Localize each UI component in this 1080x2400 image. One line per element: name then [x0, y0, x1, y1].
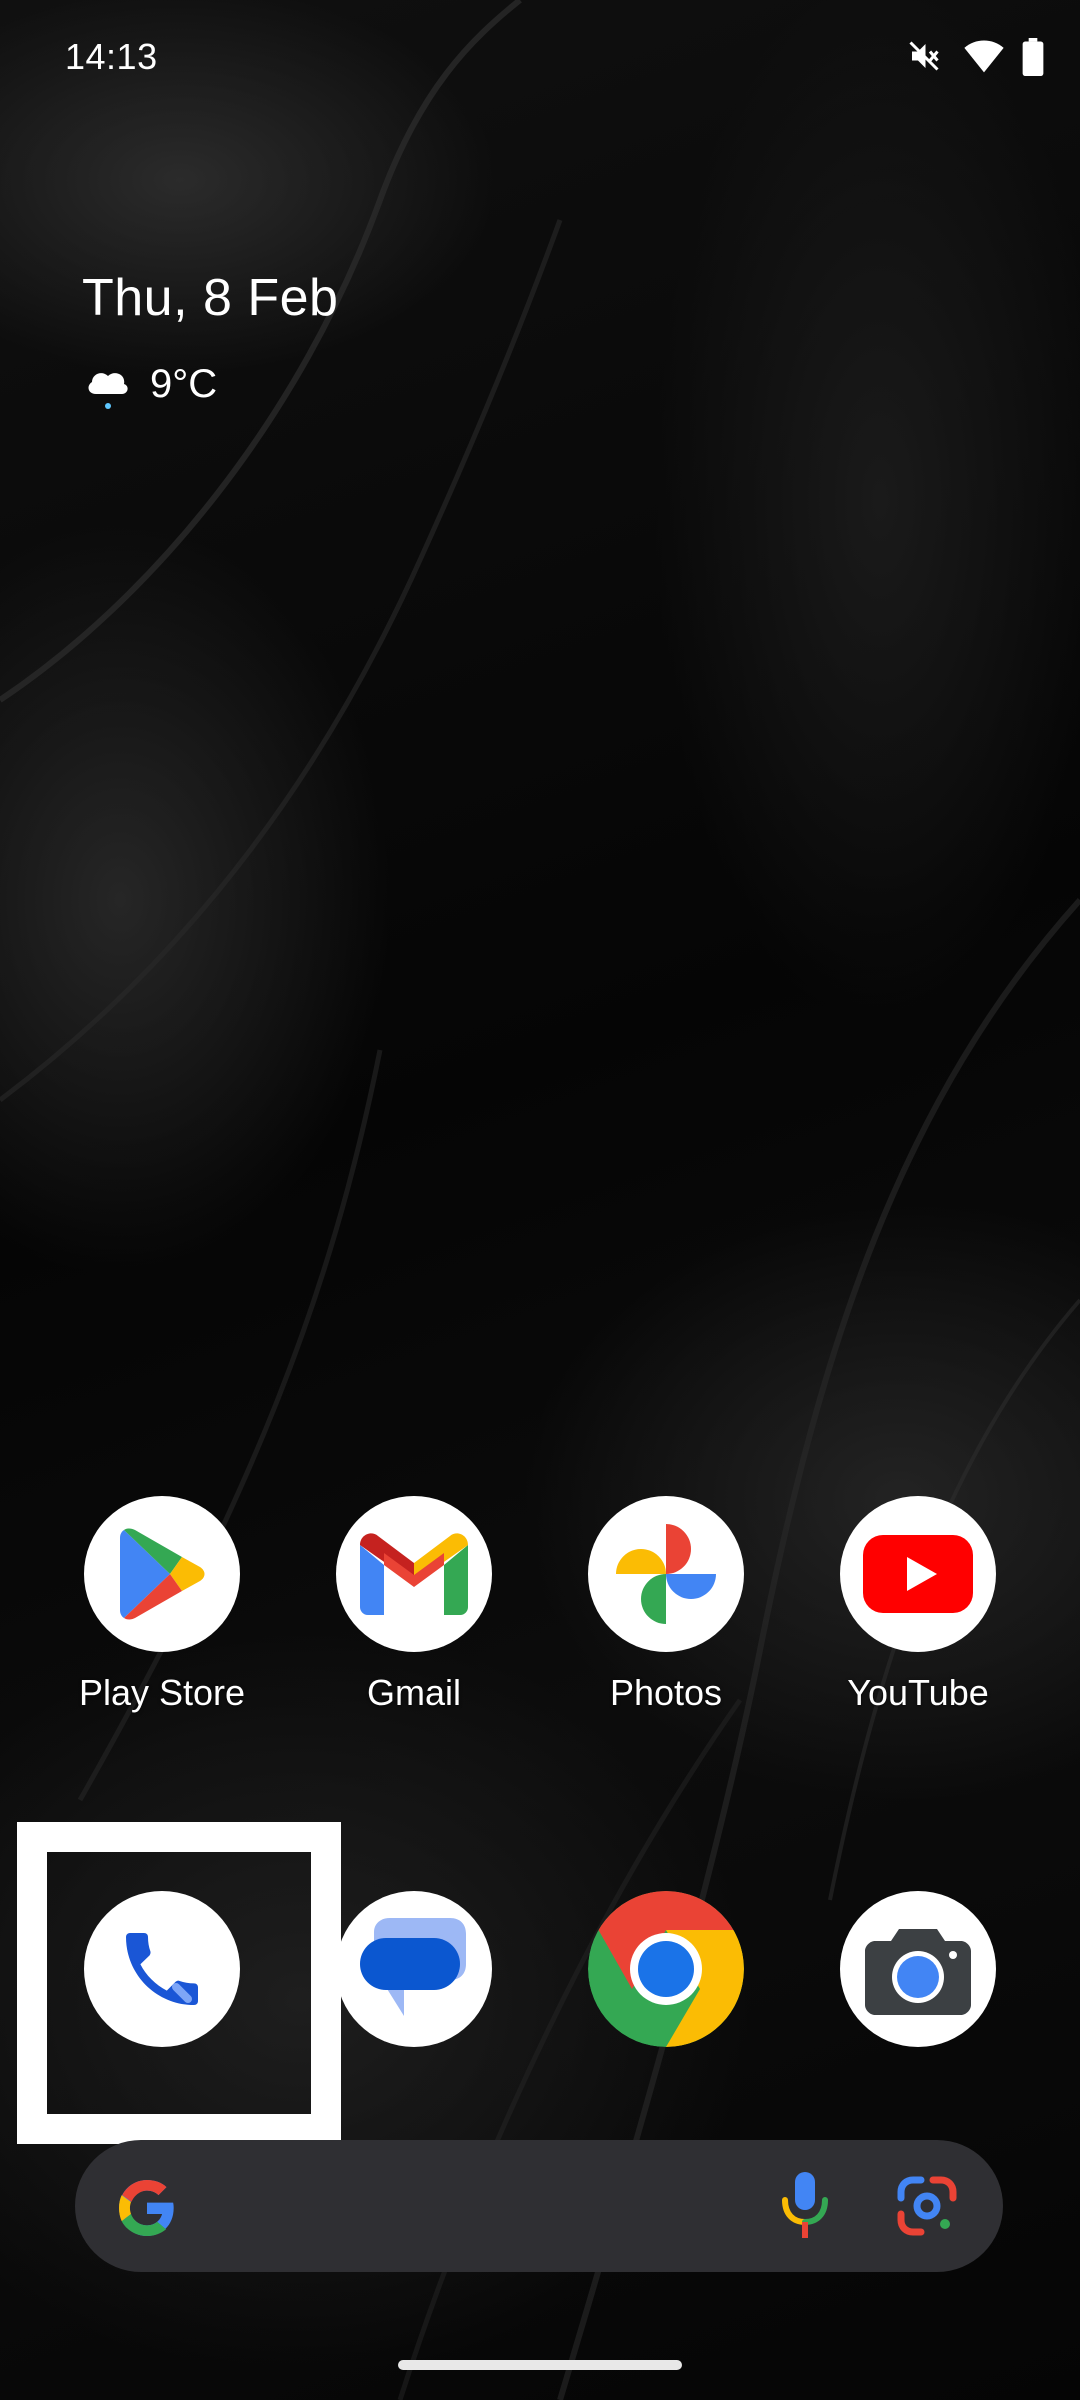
mute-icon: [906, 38, 942, 74]
play-store-icon: [84, 1496, 240, 1652]
photos-icon: [588, 1496, 744, 1652]
app-chrome[interactable]: [566, 1891, 766, 2047]
app-camera[interactable]: [818, 1891, 1018, 2047]
date-widget[interactable]: Thu, 8 Feb: [82, 268, 338, 328]
app-label: Play Store: [78, 1672, 246, 1713]
messages-icon: [336, 1891, 492, 2047]
battery-icon: [1022, 38, 1044, 76]
app-label: Gmail: [366, 1672, 461, 1713]
google-lens-icon[interactable]: [895, 2174, 959, 2238]
status-time: 14:13: [65, 36, 158, 77]
app-label: Photos: [609, 1672, 723, 1713]
highlight-box: [17, 1822, 341, 2144]
app-photos[interactable]: Photos: [566, 1496, 766, 1714]
navigation-handle[interactable]: [398, 2360, 682, 2370]
google-search-bar[interactable]: [75, 2140, 1003, 2272]
camera-icon: [840, 1891, 996, 2047]
app-label: YouTube: [847, 1672, 989, 1713]
wifi-icon: [964, 38, 1004, 74]
app-messages[interactable]: [314, 1891, 514, 2047]
app-youtube[interactable]: YouTube: [818, 1496, 1018, 1714]
chrome-icon: [588, 1891, 744, 2047]
youtube-icon: [840, 1496, 996, 1652]
weather-temperature[interactable]: 9°C: [150, 362, 217, 407]
app-gmail[interactable]: Gmail: [314, 1496, 514, 1714]
status-icons: [906, 38, 1044, 76]
microphone-icon[interactable]: [775, 2170, 835, 2242]
app-play-store[interactable]: Play Store: [62, 1496, 262, 1714]
cloudy-night-icon: [84, 360, 134, 414]
gmail-icon: [336, 1496, 492, 1652]
google-logo-icon: [115, 2176, 179, 2240]
